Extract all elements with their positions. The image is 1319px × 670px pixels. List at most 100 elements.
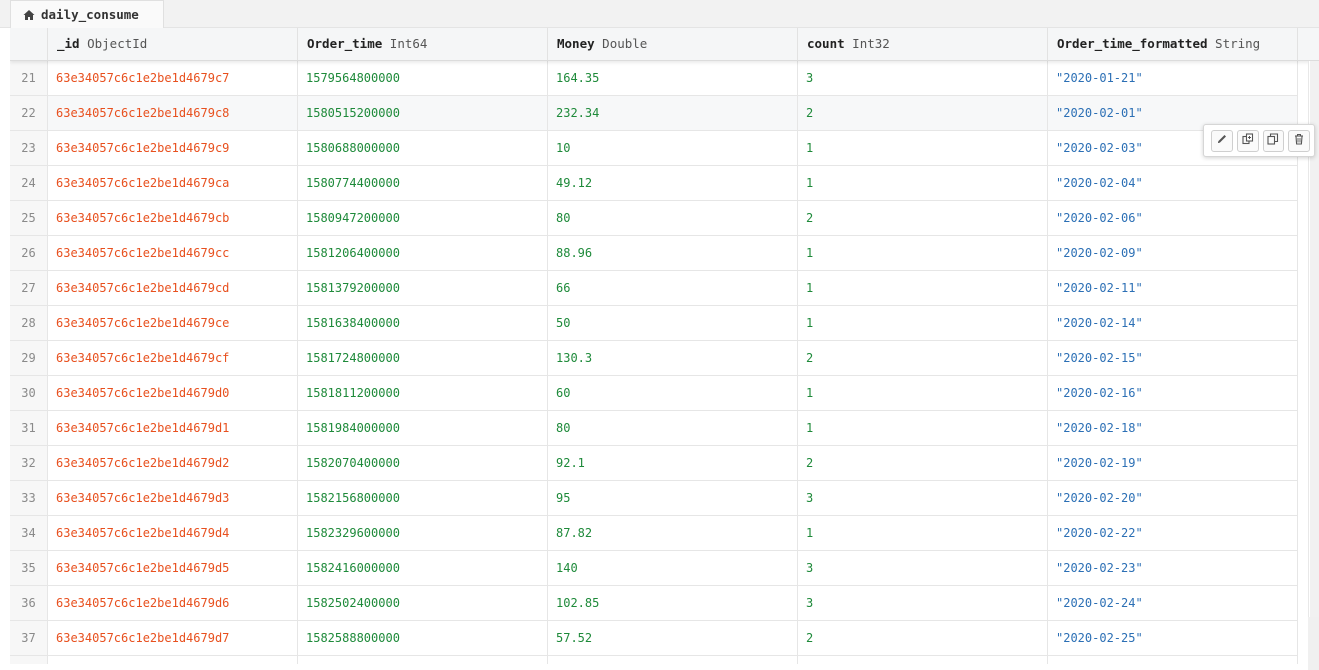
order-time-cell[interactable]: 1581638400000 <box>298 306 548 340</box>
money-cell[interactable]: 80 <box>548 411 798 445</box>
money-cell[interactable]: 95 <box>548 481 798 515</box>
money-cell[interactable]: 87.82 <box>548 516 798 550</box>
count-cell[interactable]: 2 <box>798 201 1048 235</box>
order-time-cell[interactable]: 1582588800000 <box>298 621 548 655</box>
table-row[interactable]: 28 63e34057c6c1e2be1d4679ce 1581638400000 5… <box>10 306 1298 341</box>
column-header-order-time[interactable]: Order_time Int64 <box>298 28 548 60</box>
table-row[interactable]: 27 63e34057c6c1e2be1d4679cd 1581379200000 6… <box>10 271 1298 306</box>
count-cell[interactable]: 3 <box>798 61 1048 95</box>
order-time-formatted-cell[interactable]: "2020-02-24" <box>1048 586 1298 620</box>
order-time-formatted-cell[interactable]: "2020-02-09" <box>1048 236 1298 270</box>
table-row[interactable]: 31 63e34057c6c1e2be1d4679d1 1581984000000 8… <box>10 411 1298 446</box>
count-cell[interactable]: 1 <box>798 376 1048 410</box>
money-cell[interactable]: 10 <box>548 131 798 165</box>
order-time-formatted-cell[interactable]: "2020-02-19" <box>1048 446 1298 480</box>
order-time-formatted-cell[interactable]: "2020-02-06" <box>1048 201 1298 235</box>
money-cell[interactable]: 102.85 <box>548 586 798 620</box>
order-time-formatted-cell[interactable]: "2020-02-04" <box>1048 166 1298 200</box>
count-cell[interactable]: 1 <box>798 236 1048 270</box>
id-cell[interactable]: 63e34057c6c1e2be1d4679ca <box>48 166 298 200</box>
count-cell[interactable]: 2 <box>798 341 1048 375</box>
collection-tab[interactable]: daily_consume <box>10 0 164 28</box>
order-time-formatted-cell[interactable]: "2020-02-23" <box>1048 551 1298 585</box>
id-cell[interactable]: 63e34057c6c1e2be1d4679d0 <box>48 376 298 410</box>
table-row[interactable]: 35 63e34057c6c1e2be1d4679d5 1582416000000 1… <box>10 551 1298 586</box>
money-cell[interactable]: 66 <box>548 271 798 305</box>
table-row[interactable]: 36 63e34057c6c1e2be1d4679d6 1582502400000 1… <box>10 586 1298 621</box>
count-cell[interactable]: 1 <box>798 306 1048 340</box>
id-cell[interactable]: 63e34057c6c1e2be1d4679cf <box>48 341 298 375</box>
order-time-formatted-cell[interactable]: "2020-02-16" <box>1048 376 1298 410</box>
count-cell[interactable]: 3 <box>798 551 1048 585</box>
order-time-formatted-cell[interactable]: "2020-02-25" <box>1048 621 1298 655</box>
order-time-cell[interactable]: 1581379200000 <box>298 271 548 305</box>
table-row[interactable]: 30 63e34057c6c1e2be1d4679d0 1581811200000 6… <box>10 376 1298 411</box>
money-cell[interactable]: 164.35 <box>548 61 798 95</box>
id-cell[interactable]: 63e34057c6c1e2be1d4679d6 <box>48 586 298 620</box>
scrollbar-track[interactable] <box>1308 617 1319 670</box>
order-time-cell[interactable]: 1582156800000 <box>298 481 548 515</box>
order-time-cell[interactable]: 1582416000000 <box>298 551 548 585</box>
column-header-order-time-formatted[interactable]: Order_time_formatted String <box>1048 28 1298 60</box>
order-time-cell[interactable]: 1581724800000 <box>298 341 548 375</box>
id-cell[interactable]: 63e34057c6c1e2be1d4679d3 <box>48 481 298 515</box>
order-time-cell[interactable]: 1582070400000 <box>298 446 548 480</box>
count-cell[interactable]: 2 <box>798 96 1048 130</box>
column-header-money[interactable]: Money Double <box>548 28 798 60</box>
count-cell[interactable]: 1 <box>798 516 1048 550</box>
id-cell[interactable]: 63e34057c6c1e2be1d4679d1 <box>48 411 298 445</box>
table-row[interactable]: 25 63e34057c6c1e2be1d4679cb 1580947200000 8… <box>10 201 1298 236</box>
money-cell[interactable]: 50 <box>548 306 798 340</box>
id-cell[interactable]: 63e34057c6c1e2be1d4679d4 <box>48 516 298 550</box>
order-time-cell[interactable]: 1581811200000 <box>298 376 548 410</box>
clone-document-button[interactable] <box>1236 129 1259 152</box>
order-time-cell[interactable]: 1582329600000 <box>298 516 548 550</box>
table-row[interactable]: 22 63e34057c6c1e2be1d4679c8 1580515200000 2… <box>10 96 1298 131</box>
count-cell[interactable]: 3 <box>798 586 1048 620</box>
order-time-formatted-cell[interactable]: "2020-01-21" <box>1048 61 1298 95</box>
count-cell[interactable]: 1 <box>798 166 1048 200</box>
count-cell[interactable]: 1 <box>798 271 1048 305</box>
count-cell[interactable]: 2 <box>798 621 1048 655</box>
id-cell[interactable]: 63e34057c6c1e2be1d4679c9 <box>48 131 298 165</box>
order-time-formatted-cell[interactable]: "2020-02-15" <box>1048 341 1298 375</box>
table-row[interactable]: 34 63e34057c6c1e2be1d4679d4 1582329600000 8… <box>10 516 1298 551</box>
order-time-cell[interactable]: 1580688000000 <box>298 131 548 165</box>
money-cell[interactable]: 88.96 <box>548 236 798 270</box>
money-cell[interactable]: 60 <box>548 376 798 410</box>
table-row[interactable]: 23 63e34057c6c1e2be1d4679c9 1580688000000 1… <box>10 131 1298 166</box>
table-row[interactable]: 26 63e34057c6c1e2be1d4679cc 1581206400000 8… <box>10 236 1298 271</box>
order-time-cell[interactable]: 1581206400000 <box>298 236 548 270</box>
money-cell[interactable]: 130.3 <box>548 341 798 375</box>
order-time-cell[interactable]: 1579564800000 <box>298 61 548 95</box>
table-row[interactable]: 37 63e34057c6c1e2be1d4679d7 1582588800000 5… <box>10 621 1298 656</box>
money-cell[interactable]: 80 <box>548 201 798 235</box>
money-cell[interactable]: 232.34 <box>548 96 798 130</box>
id-cell[interactable]: 63e34057c6c1e2be1d4679c7 <box>48 61 298 95</box>
table-row[interactable]: 24 63e34057c6c1e2be1d4679ca 1580774400000 4… <box>10 166 1298 201</box>
money-cell[interactable]: 57.52 <box>548 621 798 655</box>
order-time-formatted-cell[interactable]: "2020-02-20" <box>1048 481 1298 515</box>
id-cell[interactable]: 63e34057c6c1e2be1d4679d7 <box>48 621 298 655</box>
order-time-formatted-cell[interactable]: "2020-02-22" <box>1048 516 1298 550</box>
table-row[interactable]: 32 63e34057c6c1e2be1d4679d2 1582070400000 9… <box>10 446 1298 481</box>
id-cell[interactable]: 63e34057c6c1e2be1d4679ce <box>48 306 298 340</box>
order-time-cell[interactable]: 1580774400000 <box>298 166 548 200</box>
count-cell[interactable]: 1 <box>798 131 1048 165</box>
table-row[interactable]: 33 63e34057c6c1e2be1d4679d3 1582156800000 9… <box>10 481 1298 516</box>
delete-document-button[interactable] <box>1288 129 1310 152</box>
id-cell[interactable]: 63e34057c6c1e2be1d4679c8 <box>48 96 298 130</box>
order-time-cell[interactable]: 1582502400000 <box>298 586 548 620</box>
edit-button[interactable] <box>1211 129 1233 152</box>
order-time-formatted-cell[interactable]: "2020-02-18" <box>1048 411 1298 445</box>
id-cell[interactable]: 63e34057c6c1e2be1d4679cc <box>48 236 298 270</box>
column-header-id[interactable]: _id ObjectId <box>48 28 298 60</box>
column-header-count[interactable]: count Int32 <box>798 28 1048 60</box>
money-cell[interactable]: 140 <box>548 551 798 585</box>
count-cell[interactable]: 2 <box>798 446 1048 480</box>
copy-document-button[interactable] <box>1262 129 1285 152</box>
count-cell[interactable]: 3 <box>798 481 1048 515</box>
id-cell[interactable]: 63e34057c6c1e2be1d4679cd <box>48 271 298 305</box>
table-row[interactable]: 21 63e34057c6c1e2be1d4679c7 1579564800000 1… <box>10 61 1298 96</box>
id-cell[interactable]: 63e34057c6c1e2be1d4679cb <box>48 201 298 235</box>
